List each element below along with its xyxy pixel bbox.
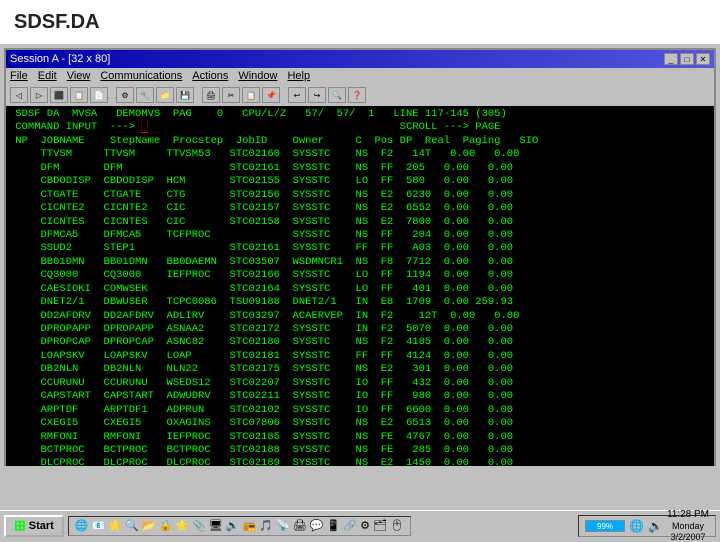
minimize-button[interactable]: _ <box>664 53 678 65</box>
start-button[interactable]: ⊞ Start <box>4 515 64 537</box>
taskbar-apps: 🌐 📧 🌟 🔍 📂 🔒 ⭐ 📎 🖥 🔊 📻 🎵 📡 🖨 💬 📱 🔗 ⚙ 🗂 🖱 <box>68 516 574 536</box>
tb-btn-16[interactable]: 🔍 <box>328 87 346 103</box>
tb-btn-4[interactable]: 📋 <box>70 87 88 103</box>
tb-btn-1[interactable]: ◁ <box>10 87 28 103</box>
network-icon: 🌐 <box>629 519 644 533</box>
menu-communications[interactable]: Communications <box>100 70 182 82</box>
tb-btn-13[interactable]: 📌 <box>262 87 280 103</box>
maximize-button[interactable]: □ <box>680 53 694 65</box>
tb-btn-17[interactable]: ❓ <box>348 87 366 103</box>
page-title: SDSF.DA <box>0 0 720 44</box>
taskbar-app-icons[interactable]: 🌐 📧 🌟 🔍 📂 🔒 ⭐ 📎 🖥 🔊 📻 🎵 📡 🖨 💬 📱 🔗 ⚙ 🗂 🖱 <box>68 516 411 536</box>
windows-logo-icon: ⊞ <box>14 517 26 534</box>
taskbar: ⊞ Start 🌐 📧 🌟 🔍 📂 🔒 ⭐ 📎 🖥 🔊 📻 🎵 📡 🖨 💬 📱 … <box>0 510 720 540</box>
terminal-screen: SDSF DA MVSA DEMOMVS PAG 0 CPU/L/Z 57/ 5… <box>6 106 714 466</box>
tb-btn-14[interactable]: ↩ <box>288 87 306 103</box>
terminal-window: Session A - [32 x 80] _ □ ✕ File Edit Vi… <box>4 48 716 466</box>
tb-btn-9[interactable]: 💾 <box>176 87 194 103</box>
tb-btn-5[interactable]: 📄 <box>90 87 108 103</box>
tb-btn-2[interactable]: ▷ <box>30 87 48 103</box>
clock: 11:28 PM Monday 3/2/2007 <box>667 509 709 542</box>
tb-btn-12[interactable]: 📋 <box>242 87 260 103</box>
menu-actions[interactable]: Actions <box>192 70 228 82</box>
menu-edit[interactable]: Edit <box>38 70 57 82</box>
tb-btn-7[interactable]: 🔧 <box>136 87 154 103</box>
cpu-usage-text: 99% <box>586 521 624 533</box>
system-tray: 99% 🌐 🔊 11:28 PM Monday 3/2/2007 <box>578 515 716 537</box>
menu-file[interactable]: File <box>10 70 28 82</box>
tb-btn-10[interactable]: 🖨 <box>202 87 220 103</box>
tb-btn-6[interactable]: ⚙ <box>116 87 134 103</box>
tb-btn-8[interactable]: 📁 <box>156 87 174 103</box>
tb-btn-11[interactable]: ✂ <box>222 87 240 103</box>
menu-view[interactable]: View <box>67 70 91 82</box>
window-title-text: Session A - [32 x 80] <box>10 53 110 65</box>
volume-icon: 🔊 <box>648 519 663 533</box>
toolbar: ◁ ▷ ⬛ 📋 📄 ⚙ 🔧 📁 💾 🖨 ✂ 📋 📌 ↩ ↪ 🔍 ❓ <box>6 84 714 106</box>
menu-window[interactable]: Window <box>238 70 277 82</box>
window-controls: _ □ ✕ <box>664 53 710 65</box>
tb-btn-15[interactable]: ↪ <box>308 87 326 103</box>
menu-bar: File Edit View Communications Actions Wi… <box>6 68 714 84</box>
menu-help[interactable]: Help <box>287 70 310 82</box>
window-titlebar: Session A - [32 x 80] _ □ ✕ <box>6 50 714 68</box>
tb-btn-3[interactable]: ⬛ <box>50 87 68 103</box>
cpu-usage-bar: 99% <box>585 520 625 532</box>
close-button[interactable]: ✕ <box>696 53 710 65</box>
